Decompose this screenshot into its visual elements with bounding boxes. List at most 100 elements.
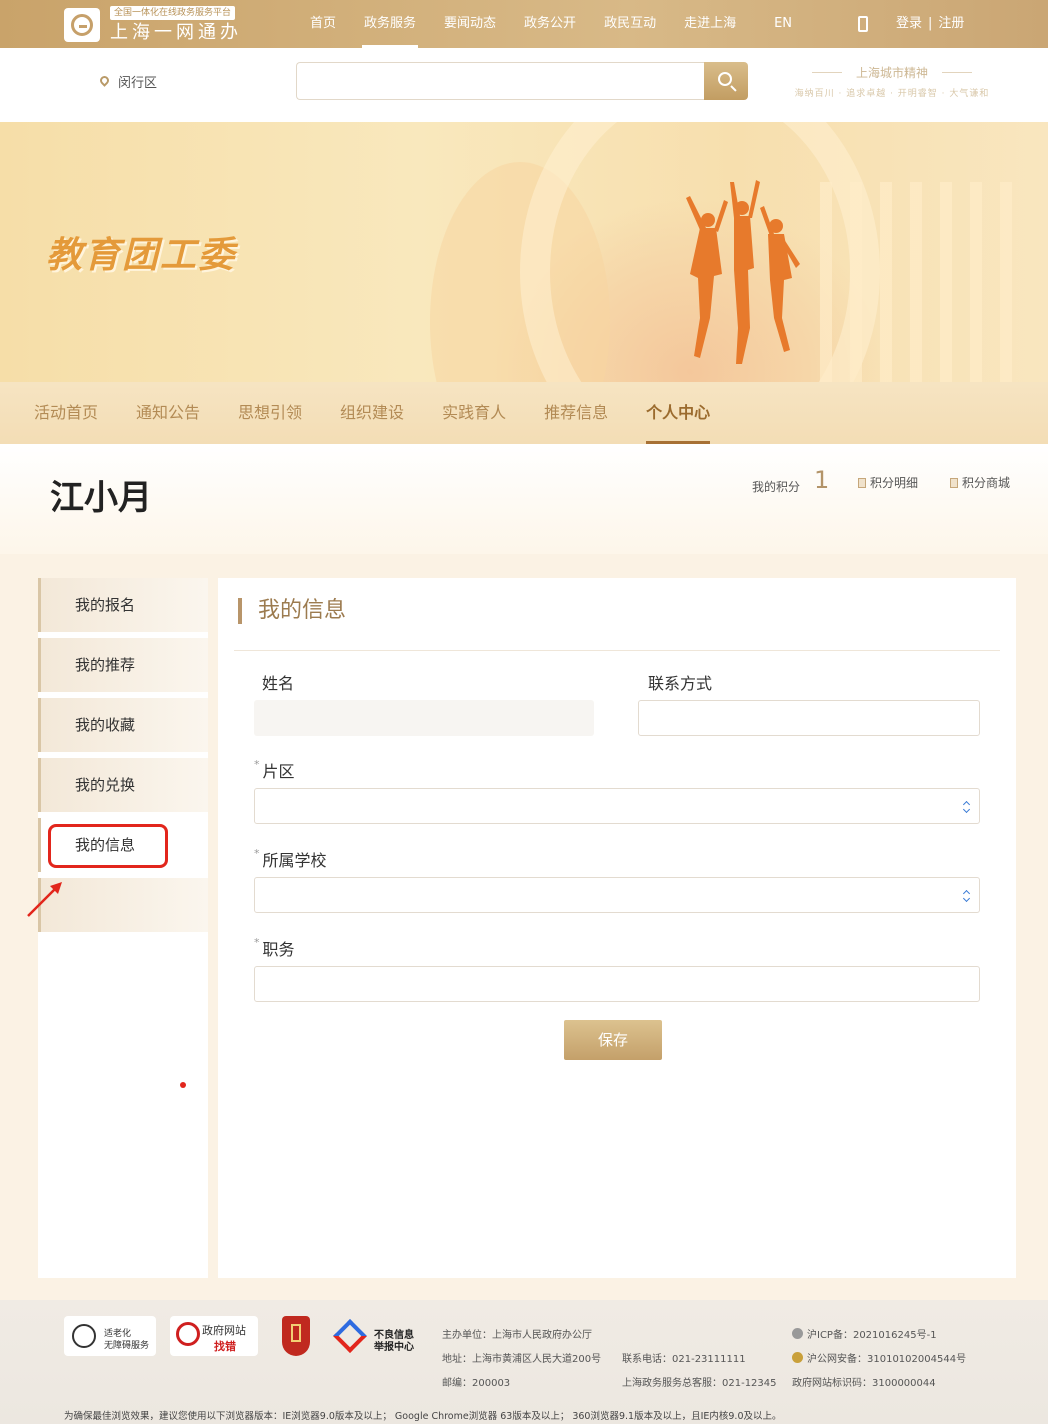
tab-ideology[interactable]: 思想引领 (220, 382, 320, 444)
school-label: * 所属学校 (254, 847, 327, 871)
top-bar: 全国一体化在线政务服务平台 上海一网通办 首页 政务服务 要闻动态 政务公开 政… (0, 0, 1048, 48)
magnifier-icon (176, 1322, 200, 1346)
search-row: 闵行区 上海城市精神 海纳百川 · 追求卓越 · 开明睿智 · 大气谦和 (0, 48, 1048, 122)
footer-site-id: 政府网站标识码：3100000044 (792, 1378, 936, 1389)
login-separator: | (928, 16, 933, 31)
tab-notices[interactable]: 通知公告 (118, 382, 218, 444)
required-mark: * (254, 847, 260, 860)
main-nav: 首页 政务服务 要闻动态 政务公开 政民互动 走进上海 EN (296, 0, 806, 48)
district-label: * 片区 (254, 758, 295, 782)
nav-english[interactable]: EN (760, 0, 806, 48)
banner-decor-pillars (820, 182, 1020, 382)
position-label: * 职务 (254, 936, 295, 960)
search-input[interactable] (296, 62, 704, 100)
login-link[interactable]: 登录 (896, 16, 922, 31)
points-detail-link[interactable]: 积分明细 (858, 474, 918, 491)
panel-title: 我的信息 (238, 598, 346, 624)
sidebar-item-registrations[interactable]: 我的报名 (38, 578, 208, 632)
document-icon (858, 478, 866, 488)
footer-police[interactable]: 沪公网安备：31010102004544号 (792, 1350, 966, 1365)
police-text: 沪公网安备：31010102004544号 (807, 1354, 967, 1365)
icp-icon (792, 1328, 803, 1339)
panel-divider (234, 650, 1000, 651)
name-label: 姓名 (262, 674, 295, 693)
section-tab-bar: 活动首页 通知公告 思想引领 组织建设 实践育人 推荐信息 个人中心 (0, 382, 1048, 444)
tab-recommended[interactable]: 推荐信息 (526, 382, 626, 444)
report-center-icon (333, 1319, 367, 1353)
annotation-arrow-icon (27, 882, 62, 917)
emblem-icon (291, 1324, 301, 1342)
accessibility-badge[interactable]: 适老化 无障碍服务 (64, 1316, 156, 1356)
tab-personal-center[interactable]: 个人中心 (628, 382, 728, 444)
footer-icp[interactable]: 沪ICP备：2021016245号-1 (792, 1326, 937, 1341)
nav-gov-disclosure[interactable]: 政务公开 (510, 0, 590, 48)
footer-postcode: 邮编：200003 (442, 1378, 511, 1389)
nav-gov-services[interactable]: 政务服务 (350, 0, 430, 48)
my-info-panel: 我的信息 姓名 联系方式 * 片区 * 所属学校 * 职务 保存 (218, 578, 1016, 1278)
nav-about-shanghai[interactable]: 走进上海 (670, 0, 750, 48)
footer: 适老化 无障碍服务 政府网站 找错 不良信息 举报中心 主办单位：上海市人民政府… (0, 1300, 1048, 1424)
sidebar-item-exchanges[interactable]: 我的兑换 (38, 758, 208, 812)
school-select[interactable] (254, 877, 980, 913)
district-selector[interactable]: 闵行区 (118, 72, 157, 91)
district-select[interactable] (254, 788, 980, 824)
nav-interaction[interactable]: 政民互动 (590, 0, 670, 48)
user-summary: 江小月 我的积分 1 积分明细 积分商城 (0, 444, 1048, 554)
tab-practice[interactable]: 实践育人 (424, 382, 524, 444)
location-pin-icon (98, 74, 111, 87)
city-spirit-slogan: 海纳百川 · 追求卓越 · 开明睿智 · 大气谦和 (794, 89, 990, 99)
footer-phone: 联系电话：021-23111111 (622, 1354, 746, 1365)
police-badge-icon (792, 1352, 803, 1363)
points-mall-link[interactable]: 积分商城 (950, 474, 1010, 491)
district-label-text: 片区 (262, 762, 295, 781)
document-icon (950, 478, 958, 488)
annotation-dot (180, 1082, 186, 1088)
login-register: 登录 | 注册 (896, 0, 964, 48)
logo-subtitle: 全国一体化在线政务服务平台 (110, 6, 236, 20)
footer-hotline: 上海政务服务总客服：021-12345 (622, 1378, 777, 1389)
sidebar-item-recommendations[interactable]: 我的推荐 (38, 638, 208, 692)
user-name: 江小月 (50, 478, 152, 518)
browser-recommendation: 为确保最佳浏览效果，建议您使用以下浏览器版本：IE浏览器9.0版本及以上； Go… (64, 1411, 782, 1422)
banner: 教育团工委 (0, 122, 1048, 382)
register-link[interactable]: 注册 (938, 16, 964, 31)
wheelchair-icon (72, 1324, 96, 1348)
points-detail-label: 积分明细 (870, 476, 919, 490)
school-label-text: 所属学校 (262, 851, 327, 870)
search-button[interactable] (704, 62, 748, 100)
name-value (254, 700, 594, 736)
report-center-line2: 举报中心 (374, 1342, 414, 1353)
required-mark: * (254, 936, 260, 949)
sidebar-item-favorites[interactable]: 我的收藏 (38, 698, 208, 752)
annotation-highlight-box (48, 824, 168, 868)
select-arrows-icon (963, 889, 971, 903)
mobile-icon[interactable] (858, 16, 868, 32)
report-error-line1: 政府网站 (202, 1324, 246, 1337)
report-error-badge[interactable]: 政府网站 找错 (170, 1316, 258, 1356)
position-field[interactable] (254, 966, 980, 1002)
required-mark: * (254, 758, 260, 771)
footer-address: 地址：上海市黄浦区人民大道200号 (442, 1354, 602, 1365)
jumping-people-illustration (686, 180, 800, 364)
banner-title: 教育团工委 (46, 235, 237, 276)
search-icon (718, 72, 732, 86)
city-spirit-title: 上海城市精神 (812, 64, 972, 81)
logo-title[interactable]: 上海一网通办 (110, 22, 242, 44)
select-arrows-icon (963, 800, 971, 814)
tab-organization[interactable]: 组织建设 (322, 382, 422, 444)
save-button[interactable]: 保存 (564, 1020, 662, 1060)
nav-home[interactable]: 首页 (296, 0, 350, 48)
site-logo-icon[interactable] (64, 8, 100, 42)
contact-field[interactable] (638, 700, 980, 736)
illegal-info-report-badge[interactable]: 不良信息 举报中心 (333, 1316, 424, 1356)
party-emblem-badge[interactable] (282, 1316, 310, 1356)
accessibility-line2: 无障碍服务 (104, 1341, 150, 1351)
personal-sidebar: 我的报名 我的推荐 我的收藏 我的兑换 我的信息 (38, 578, 208, 1278)
report-error-line2: 找错 (214, 1340, 236, 1353)
footer-sponsor: 主办单位：上海市人民政府办公厅 (442, 1330, 592, 1341)
position-label-text: 职务 (262, 940, 295, 959)
tab-activity-home[interactable]: 活动首页 (16, 382, 116, 444)
points-value: 1 (814, 466, 830, 494)
nav-news[interactable]: 要闻动态 (430, 0, 510, 48)
points-mall-label: 积分商城 (962, 476, 1011, 490)
